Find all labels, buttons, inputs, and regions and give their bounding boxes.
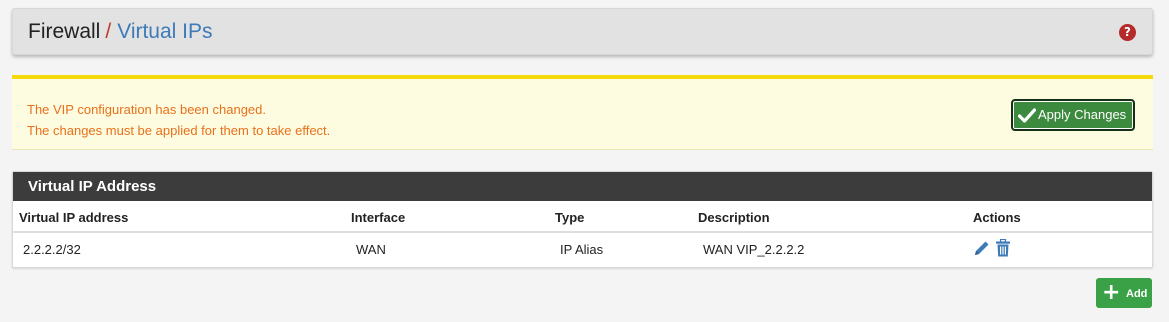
question-circle-icon[interactable]: ? <box>1119 24 1136 41</box>
apply-changes-label: Apply Changes <box>1038 107 1127 122</box>
check-icon <box>1018 108 1036 123</box>
column-header-actions: Actions <box>973 201 1152 233</box>
breadcrumb: Firewall / Virtual IPs <box>28 20 213 44</box>
alert-line-2: The changes must be applied for them to … <box>27 123 331 138</box>
virtual-ip-table: Virtual IP address Interface Type Descri… <box>13 201 1152 266</box>
table-row[interactable]: 2.2.2.2/32 WAN IP Alias WAN VIP_2.2.2.2 <box>13 232 1152 266</box>
alert-message: The VIP configuration has been changed. … <box>27 99 330 141</box>
add-label: Add <box>1126 288 1148 300</box>
cell-interface: WAN <box>356 242 386 257</box>
table-header-row: Virtual IP address Interface Type Descri… <box>13 201 1152 233</box>
column-header-address: Virtual IP address <box>13 201 351 233</box>
column-header-interface: Interface <box>351 201 555 233</box>
virtual-ip-panel: Virtual IP Address Virtual IP address In… <box>12 171 1153 268</box>
column-header-type: Type <box>555 201 698 233</box>
apply-changes-button[interactable]: Apply Changes <box>1011 99 1135 131</box>
panel-title: Virtual IP Address <box>13 172 1152 201</box>
alert-line-1: The VIP configuration has been changed. <box>27 102 266 117</box>
pencil-icon[interactable] <box>973 239 991 260</box>
trash-icon[interactable] <box>995 238 1011 260</box>
breadcrumb-separator: / <box>105 20 112 43</box>
page-header: Firewall / Virtual IPs ? <box>12 8 1153 55</box>
changes-alert: The VIP configuration has been changed. … <box>12 75 1153 150</box>
breadcrumb-virtual-ips[interactable]: Virtual IPs <box>117 20 212 43</box>
cell-type: IP Alias <box>560 242 604 257</box>
cell-actions <box>973 232 1152 266</box>
plus-icon: + <box>1102 280 1121 305</box>
add-button[interactable]: + Add <box>1096 278 1152 308</box>
column-header-description: Description <box>698 201 973 233</box>
cell-description: WAN VIP_2.2.2.2 <box>703 242 805 257</box>
cell-address: 2.2.2.2/32 <box>23 242 81 257</box>
breadcrumb-firewall: Firewall <box>28 20 101 43</box>
